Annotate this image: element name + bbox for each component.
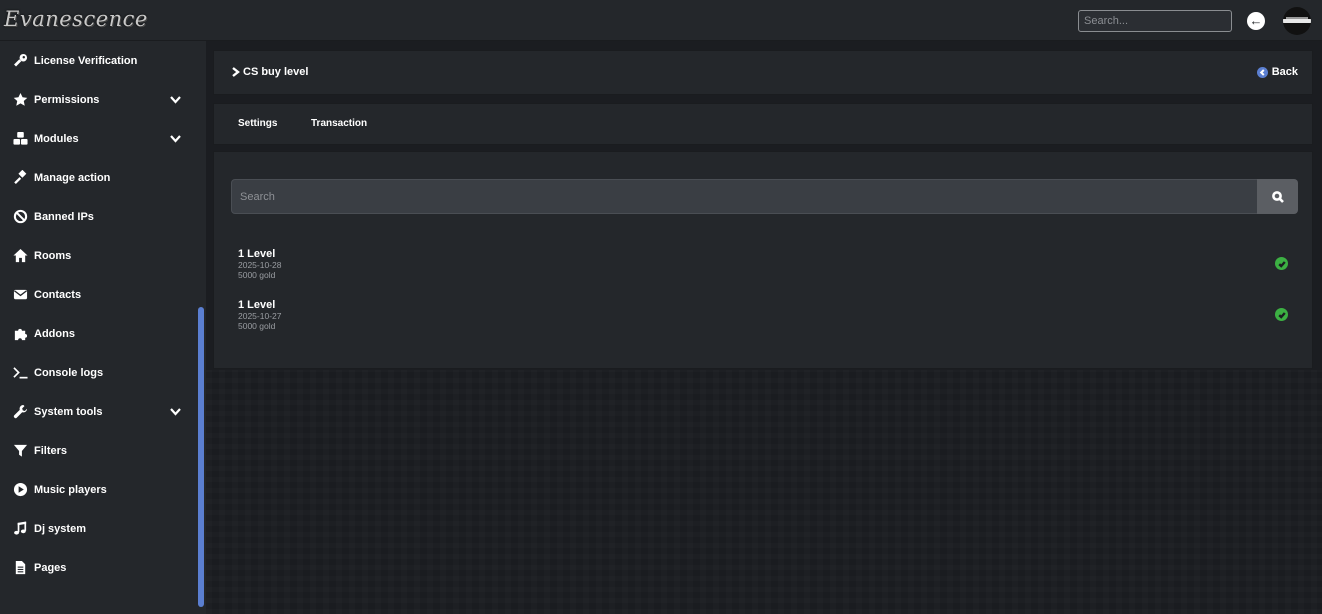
music-icon — [12, 521, 28, 537]
search-icon — [1271, 190, 1284, 203]
filter-icon — [12, 443, 28, 459]
terminal-icon — [12, 365, 28, 381]
transaction-title: 1 Level — [238, 248, 276, 260]
sidebar-item-license-verification[interactable]: License Verification — [0, 41, 196, 80]
back-label: Back — [1271, 66, 1298, 78]
top-search-input[interactable] — [1078, 10, 1232, 32]
transaction-amount: 5000 gold — [238, 270, 276, 280]
sidebar-item-console-logs[interactable]: Console logs — [0, 353, 196, 392]
background-texture — [206, 370, 1322, 614]
sidebar-item-pages[interactable]: Pages — [0, 548, 196, 587]
transaction-panel: 1 Level 2025-10-28 5000 gold 1 Level 202… — [213, 151, 1313, 369]
chevron-down-icon[interactable] — [169, 132, 182, 145]
sidebar-item-label: Dj system — [34, 522, 86, 535]
avatar[interactable] — [1283, 7, 1311, 35]
sidebar-item-dj-system[interactable]: Dj system — [0, 509, 196, 548]
sidebar: License Verification Permissions Modules… — [0, 41, 196, 614]
chevron-down-icon[interactable] — [169, 93, 182, 106]
sidebar-item-rooms[interactable]: Rooms — [0, 236, 196, 275]
home-icon — [12, 248, 28, 264]
search-input[interactable] — [231, 179, 1258, 214]
file-icon — [12, 560, 28, 576]
sidebar-item-label: Pages — [34, 561, 67, 574]
sidebar-item-manage-action[interactable]: Manage action — [0, 158, 196, 197]
chevron-left-circle-icon — [1256, 66, 1268, 78]
sidebar-item-filters[interactable]: Filters — [0, 431, 196, 470]
check-circle-icon — [1275, 257, 1288, 270]
chevron-down-icon[interactable] — [169, 405, 182, 418]
transaction-date: 2025-10-27 — [238, 311, 282, 321]
sidebar-item-label: Filters — [34, 444, 68, 457]
tab-settings[interactable]: Settings — [238, 118, 277, 129]
key-icon — [12, 53, 28, 69]
sidebar-item-label: Contacts — [34, 288, 82, 301]
page-title: CS buy level — [243, 66, 309, 78]
sidebar-item-label: Manage action — [34, 171, 111, 184]
transaction-amount: 5000 gold — [238, 321, 276, 331]
sidebar-item-label: Rooms — [34, 249, 72, 262]
wrench-icon — [12, 404, 28, 420]
page-header: CS buy level Back — [213, 50, 1313, 95]
sidebar-item-label: System tools — [34, 405, 103, 418]
top-bar: Evanescence ← — [0, 0, 1322, 41]
arrow-left-circle-icon[interactable]: ← — [1247, 12, 1265, 30]
avatar-image — [1283, 19, 1311, 23]
transaction-title: 1 Level — [238, 299, 276, 311]
sidebar-item-label: Console logs — [34, 366, 104, 379]
breadcrumb: CS buy level — [231, 66, 308, 78]
gavel-icon — [12, 170, 28, 186]
sidebar-item-system-tools[interactable]: System tools — [0, 392, 196, 431]
back-button[interactable]: Back — [1256, 66, 1298, 78]
sidebar-item-contacts[interactable]: Contacts — [0, 275, 196, 314]
sidebar-item-modules[interactable]: Modules — [0, 119, 196, 158]
transaction-date: 2025-10-28 — [238, 260, 282, 270]
app-logo[interactable]: Evanescence — [4, 3, 147, 35]
tab-transaction[interactable]: Transaction — [311, 118, 367, 129]
star-icon — [12, 92, 28, 108]
sidebar-scrollbar-thumb[interactable] — [198, 307, 204, 607]
sidebar-item-label: License Verification — [34, 54, 138, 67]
sidebar-item-music-players[interactable]: Music players — [0, 470, 196, 509]
sidebar-item-label: Addons — [34, 327, 75, 340]
sidebar-item-label: Modules — [34, 132, 79, 145]
check-circle-icon — [1275, 308, 1288, 321]
list-item[interactable]: 1 Level 2025-10-28 5000 gold — [238, 248, 1288, 288]
sidebar-item-permissions[interactable]: Permissions — [0, 80, 196, 119]
envelope-icon — [12, 287, 28, 303]
sidebar-item-addons[interactable]: Addons — [0, 314, 196, 353]
cubes-icon — [12, 131, 28, 147]
search-button[interactable] — [1257, 179, 1298, 214]
sidebar-item-label: Permissions — [34, 93, 100, 106]
list-item[interactable]: 1 Level 2025-10-27 5000 gold — [238, 299, 1288, 339]
sidebar-item-label: Banned IPs — [34, 210, 94, 223]
sidebar-item-label: Music players — [34, 483, 107, 496]
puzzle-icon — [12, 326, 28, 342]
play-circle-icon — [12, 482, 28, 498]
ban-icon — [12, 209, 28, 225]
chevron-right-icon — [232, 67, 240, 77]
sidebar-item-banned-ips[interactable]: Banned IPs — [0, 197, 196, 236]
tab-bar: Settings Transaction — [213, 103, 1313, 145]
